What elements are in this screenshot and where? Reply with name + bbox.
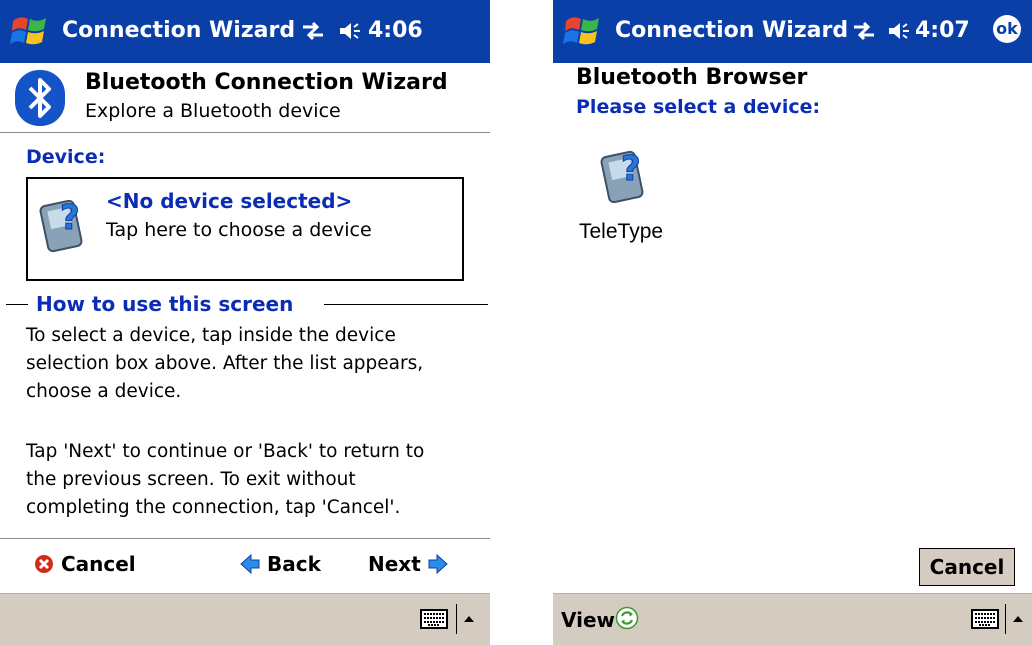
menu-bar: View	[553, 593, 1032, 645]
back-button[interactable]: Back	[240, 552, 321, 576]
device-hint: Tap here to choose a device	[106, 219, 372, 241]
divider	[1005, 604, 1006, 634]
windows-flag-icon[interactable]	[10, 12, 50, 50]
back-arrow-icon	[240, 553, 260, 575]
device-label: Device:	[26, 146, 106, 168]
ok-button[interactable]: ok	[993, 15, 1021, 43]
unknown-device-icon: ?	[39, 198, 83, 253]
bluetooth-icon	[15, 70, 65, 126]
wizard-subtitle: Explore a Bluetooth device	[85, 100, 341, 122]
wizard-toolbar: Cancel Back Next	[0, 539, 490, 593]
browser-title: Bluetooth Browser	[576, 65, 808, 90]
menu-bar	[0, 593, 490, 645]
device-selection-box[interactable]: ? <No device selected> Tap here to choos…	[26, 177, 464, 281]
next-button[interactable]: Next	[368, 552, 448, 576]
keyboard-icon[interactable]	[971, 609, 999, 629]
windows-flag-icon[interactable]	[563, 12, 603, 50]
app-title: Connection Wizard	[615, 18, 849, 43]
howto-title: How to use this screen	[34, 292, 296, 316]
title-bar: Connection Wizard 4:07 ok	[553, 0, 1032, 63]
keyboard-icon[interactable]	[420, 609, 448, 629]
device-list-item[interactable]: ? TeleType	[575, 140, 685, 260]
cancel-button[interactable]: Cancel	[919, 548, 1015, 586]
wizard-title: Bluetooth Connection Wizard	[85, 70, 448, 95]
view-menu[interactable]: View	[561, 608, 615, 632]
svg-text:?: ?	[621, 149, 641, 189]
connectivity-icon[interactable]	[851, 19, 877, 43]
clock[interactable]: 4:06	[368, 18, 423, 43]
unknown-device-icon: ?	[600, 149, 644, 204]
chevron-up-icon[interactable]	[462, 612, 476, 626]
divider	[6, 304, 28, 305]
connectivity-icon[interactable]	[300, 19, 326, 43]
wizard-screen: Connection Wizard 4:06 Bluetooth Connect…	[0, 0, 490, 645]
divider	[324, 304, 488, 305]
divider	[456, 604, 457, 634]
title-bar: Connection Wizard 4:06	[0, 0, 490, 63]
howto-paragraph: Tap 'Next' to continue or 'Back' to retu…	[26, 441, 425, 518]
browser-subtitle: Please select a device:	[576, 96, 821, 118]
device-name: TeleType	[579, 220, 664, 243]
howto-paragraph: To select a device, tap inside the devic…	[26, 325, 424, 402]
refresh-icon[interactable]	[615, 606, 639, 630]
chevron-up-icon[interactable]	[1011, 612, 1025, 626]
svg-text:?: ?	[60, 198, 80, 238]
divider	[0, 132, 490, 133]
next-arrow-icon	[428, 553, 448, 575]
speaker-icon[interactable]	[338, 20, 362, 42]
app-title: Connection Wizard	[62, 18, 296, 43]
cancel-button[interactable]: Cancel	[34, 552, 136, 576]
speaker-icon[interactable]	[887, 20, 911, 42]
device-name: <No device selected>	[106, 189, 353, 213]
clock[interactable]: 4:07	[915, 18, 970, 43]
cancel-icon	[35, 555, 53, 573]
browser-screen: Connection Wizard 4:07 ok Bluetooth Brow…	[553, 0, 1032, 645]
